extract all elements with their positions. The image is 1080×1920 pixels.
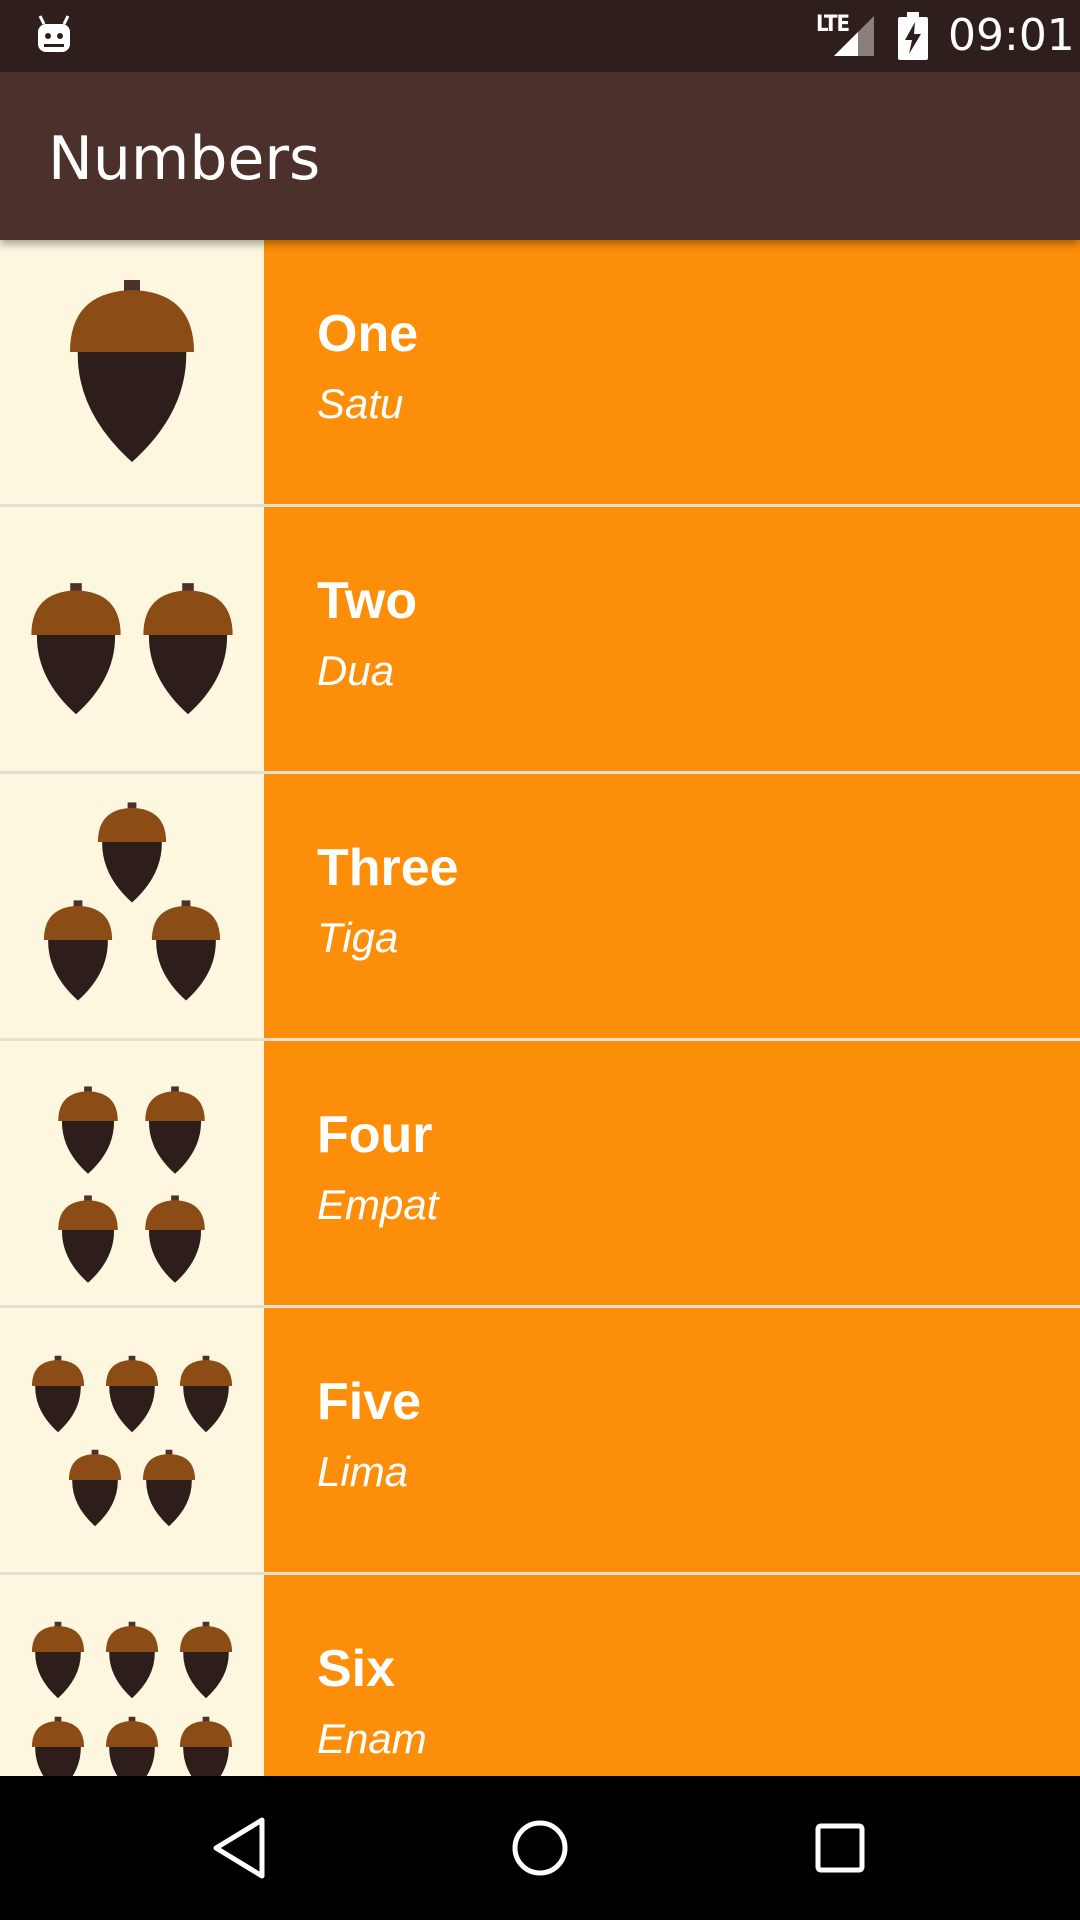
app-bar: Numbers — [0, 72, 1080, 240]
page-title: Numbers — [48, 124, 321, 194]
word-card: Five Lima — [264, 1308, 1080, 1572]
english-word: Three — [317, 839, 459, 897]
english-word: Six — [317, 1640, 396, 1698]
list-item-four[interactable]: Four Empat — [0, 1041, 1080, 1308]
acorn-image-two — [0, 507, 264, 771]
word-card: Two Dua — [264, 507, 1080, 771]
english-word: One — [317, 305, 419, 363]
home-icon[interactable] — [504, 1812, 576, 1884]
acorn-image-six — [0, 1575, 264, 1776]
list-item-five[interactable]: Five Lima — [0, 1308, 1080, 1575]
signal-icon — [834, 16, 874, 56]
acorn-icon — [70, 280, 194, 462]
word-card: Three Tiga — [264, 774, 1080, 1038]
acorn-image-three — [0, 774, 264, 1038]
translation-word: Enam — [317, 1715, 427, 1762]
list-item-two[interactable]: Two Dua — [0, 507, 1080, 774]
numbers-list[interactable]: One Satu Two Dua Three Tiga Four Empat F… — [0, 240, 1080, 1776]
acorn-icon — [58, 1086, 205, 1283]
acorn-icon — [31, 1355, 233, 1527]
list-item-three[interactable]: Three Tiga — [0, 774, 1080, 1041]
word-card: Six Enam — [264, 1575, 1080, 1776]
acorn-icon — [43, 802, 221, 1001]
list-item-one[interactable]: One Satu — [0, 240, 1080, 507]
back-icon[interactable] — [204, 1812, 276, 1884]
android-notification-icon — [38, 15, 70, 52]
acorn-image-four — [0, 1041, 264, 1305]
status-bar: LTE 09:01 — [0, 0, 1080, 72]
english-word: Five — [317, 1373, 422, 1431]
word-card: One Satu — [264, 240, 1080, 504]
translation-word: Lima — [317, 1448, 409, 1495]
translation-word: Satu — [317, 380, 404, 427]
clock: 09:01 — [948, 10, 1075, 61]
translation-word: Empat — [317, 1181, 439, 1228]
navigation-bar — [0, 1776, 1080, 1920]
word-card: Four Empat — [264, 1041, 1080, 1305]
recents-icon[interactable] — [804, 1812, 876, 1884]
battery-charging-icon — [898, 12, 928, 60]
english-word: Two — [317, 572, 418, 630]
translation-word: Dua — [317, 647, 395, 694]
english-word: Four — [317, 1106, 433, 1164]
acorn-image-five — [0, 1308, 264, 1572]
translation-word: Tiga — [317, 914, 399, 961]
acorn-image-one — [0, 240, 264, 504]
list-item-six[interactable]: Six Enam — [0, 1575, 1080, 1776]
acorn-icon — [31, 583, 233, 715]
acorn-icon — [31, 1621, 233, 1776]
